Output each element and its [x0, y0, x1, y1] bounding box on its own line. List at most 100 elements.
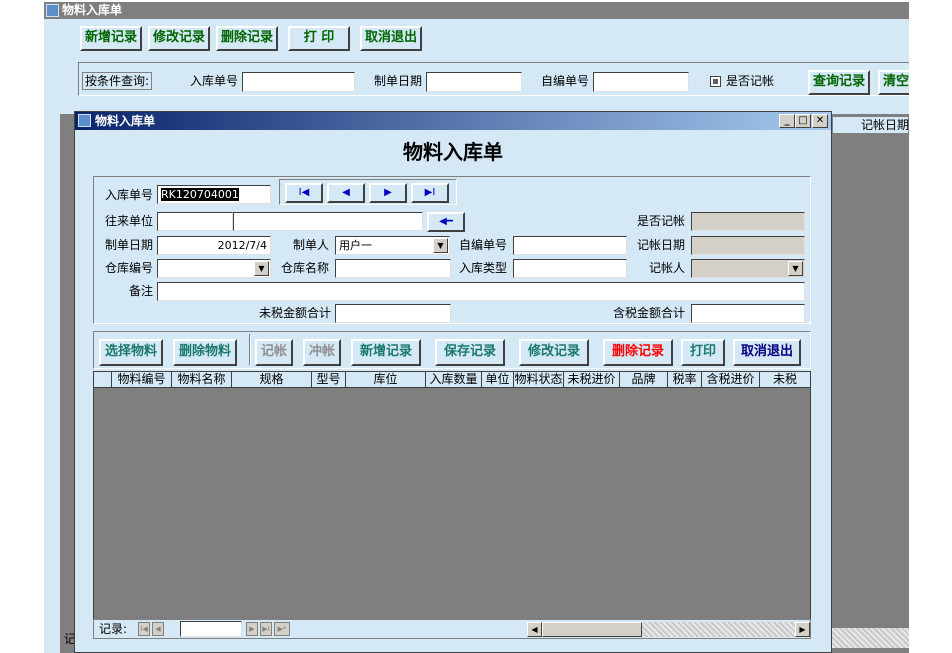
- date-input[interactable]: 2012/7/4: [157, 236, 271, 255]
- nav-last-icon[interactable]: ▶I: [260, 622, 272, 636]
- first-record-button[interactable]: I◀: [285, 183, 323, 203]
- maximize-icon[interactable]: □: [795, 114, 811, 128]
- poster-select: ▼: [691, 259, 805, 278]
- query-date-label: 制单日期: [374, 74, 423, 88]
- chevron-down-icon[interactable]: ▼: [254, 261, 269, 276]
- posted-label: 是否记帐: [637, 214, 686, 228]
- delete-material-button[interactable]: 删除物料: [173, 339, 237, 366]
- cancel-exit-button[interactable]: 取消退出: [360, 26, 422, 51]
- partner-name-input[interactable]: [233, 212, 423, 231]
- close-icon[interactable]: ✕: [812, 114, 828, 128]
- maker-select[interactable]: 用户一 ▼: [335, 236, 450, 255]
- main-horizontal-scrollbar[interactable]: [830, 628, 909, 648]
- doc-no-value: RK120704001: [161, 188, 239, 201]
- type-label: 入库类型: [459, 261, 508, 275]
- edit-record-dialog-button[interactable]: 修改记录: [519, 339, 589, 366]
- arrow-left-icon: ◀━: [439, 216, 453, 227]
- new-record-dialog-button[interactable]: 新增记录: [351, 339, 421, 366]
- post-date-label: 记帐日期: [637, 238, 686, 252]
- grid-col-header[interactable]: 物料编号: [112, 372, 172, 388]
- taxed-total-field: [691, 304, 805, 323]
- print-button[interactable]: 打 印: [288, 26, 350, 51]
- wh-code-label: 仓库编号: [105, 261, 154, 275]
- doc-no-label: 入库单号: [105, 188, 154, 202]
- main-window-titlebar: 物料入库单: [44, 2, 909, 19]
- grid-col-header[interactable]: 未税进价: [564, 372, 620, 388]
- last-record-button[interactable]: ▶I: [411, 183, 449, 203]
- print-dialog-button[interactable]: 打印: [681, 339, 725, 366]
- nav-prev-icon[interactable]: ◀: [152, 622, 164, 636]
- record-navigator: 记录: I◀ ◀ ▶ ▶I ▶* ◀ ▶: [93, 619, 811, 639]
- nav-new-icon[interactable]: ▶*: [274, 622, 290, 636]
- poster-label: 记帐人: [649, 261, 686, 275]
- delete-record-dialog-button[interactable]: 删除记录: [603, 339, 673, 366]
- post-date-field: [691, 236, 805, 255]
- dialog-titlebar: 物料入库单 _ □ ✕: [75, 112, 831, 130]
- query-doc-no-input[interactable]: [242, 72, 355, 92]
- untaxed-total-label: 未税金额合计: [259, 306, 332, 320]
- horizontal-scrollbar[interactable]: ◀ ▶: [527, 622, 810, 637]
- actions-divider: [249, 334, 251, 366]
- remark-input[interactable]: [157, 282, 805, 301]
- new-record-button[interactable]: 新增记录: [80, 26, 142, 51]
- nav-next-icon[interactable]: ▶: [246, 622, 258, 636]
- grid-col-header[interactable]: 物料名称: [172, 372, 232, 388]
- material-receipt-dialog: 物料入库单 _ □ ✕ 物料入库单 入库单号 RK120704001 I◀ ◀ …: [74, 111, 832, 653]
- query-date-input[interactable]: [426, 72, 522, 92]
- first-icon: I◀: [298, 187, 310, 198]
- grid-header-post-date[interactable]: 记帐日期: [832, 116, 909, 134]
- search-records-button[interactable]: 查询记录: [808, 70, 870, 95]
- grid-col-header[interactable]: 入库数量: [426, 372, 482, 388]
- dialog-title: 物料入库单: [95, 114, 156, 128]
- chevron-down-icon[interactable]: ▼: [433, 238, 448, 253]
- delete-record-button[interactable]: 删除记录: [216, 26, 278, 51]
- next-icon: ▶: [384, 187, 392, 198]
- nav-first-icon[interactable]: I◀: [138, 622, 150, 636]
- own-no-label: 自编单号: [459, 238, 508, 252]
- grid-col-header[interactable]: 规格: [232, 372, 312, 388]
- query-posted-checkbox[interactable]: [710, 76, 721, 87]
- type-input[interactable]: [513, 259, 627, 278]
- own-no-input[interactable]: [513, 236, 627, 255]
- grid-col-header[interactable]: 单位: [482, 372, 514, 388]
- grid-col-header[interactable]: 型号: [312, 372, 346, 388]
- edit-record-button[interactable]: 修改记录: [148, 26, 210, 51]
- reverse-button[interactable]: 冲帐: [303, 339, 341, 366]
- cancel-exit-dialog-button[interactable]: 取消退出: [733, 339, 801, 366]
- query-own-no-input[interactable]: [593, 72, 689, 92]
- grid-col-header[interactable]: 物料状态: [514, 372, 564, 388]
- select-material-button[interactable]: 选择物料: [99, 339, 163, 366]
- chevron-down-icon: ▼: [788, 261, 803, 276]
- query-doc-no-label: 入库单号: [190, 74, 239, 88]
- main-window-title: 物料入库单: [62, 3, 123, 17]
- partner-pick-button[interactable]: ◀━: [427, 212, 465, 232]
- material-items-grid[interactable]: 物料编号 物料名称 规格 型号 库位 入库数量 单位 物料状态 未税进价 品牌 …: [93, 371, 811, 621]
- query-posted-label: 是否记帐: [726, 74, 775, 88]
- wh-name-input[interactable]: [335, 259, 451, 278]
- scroll-thumb[interactable]: [542, 622, 642, 637]
- query-group-label: 按条件查询:: [82, 72, 153, 90]
- prev-record-button[interactable]: ◀: [327, 183, 365, 203]
- grid-col-header[interactable]: 库位: [346, 372, 426, 388]
- scroll-left-icon[interactable]: ◀: [527, 622, 542, 637]
- save-record-button[interactable]: 保存记录: [435, 339, 505, 366]
- scroll-right-icon[interactable]: ▶: [795, 622, 810, 637]
- wh-code-select[interactable]: ▼: [157, 259, 271, 278]
- record-number-input[interactable]: [180, 621, 242, 637]
- taxed-total-label: 含税金额合计: [613, 306, 686, 320]
- app-icon: [46, 4, 59, 17]
- dialog-heading: 物料入库单: [403, 140, 503, 164]
- remark-label: 备注: [129, 284, 154, 298]
- query-own-no-label: 自编单号: [541, 74, 590, 88]
- grid-col-header[interactable]: 含税进价: [702, 372, 760, 388]
- minimize-icon[interactable]: _: [779, 114, 795, 128]
- next-record-button[interactable]: ▶: [369, 183, 407, 203]
- post-button[interactable]: 记帐: [255, 339, 293, 366]
- grid-col-header[interactable]: 税率: [668, 372, 702, 388]
- grid-col-header[interactable]: 未税: [760, 372, 810, 388]
- doc-no-input[interactable]: RK120704001: [157, 185, 271, 204]
- partner-code-input[interactable]: [157, 212, 233, 231]
- grid-col-header[interactable]: 品牌: [620, 372, 668, 388]
- clear-button[interactable]: 清空: [878, 70, 909, 95]
- last-icon: ▶I: [424, 187, 436, 198]
